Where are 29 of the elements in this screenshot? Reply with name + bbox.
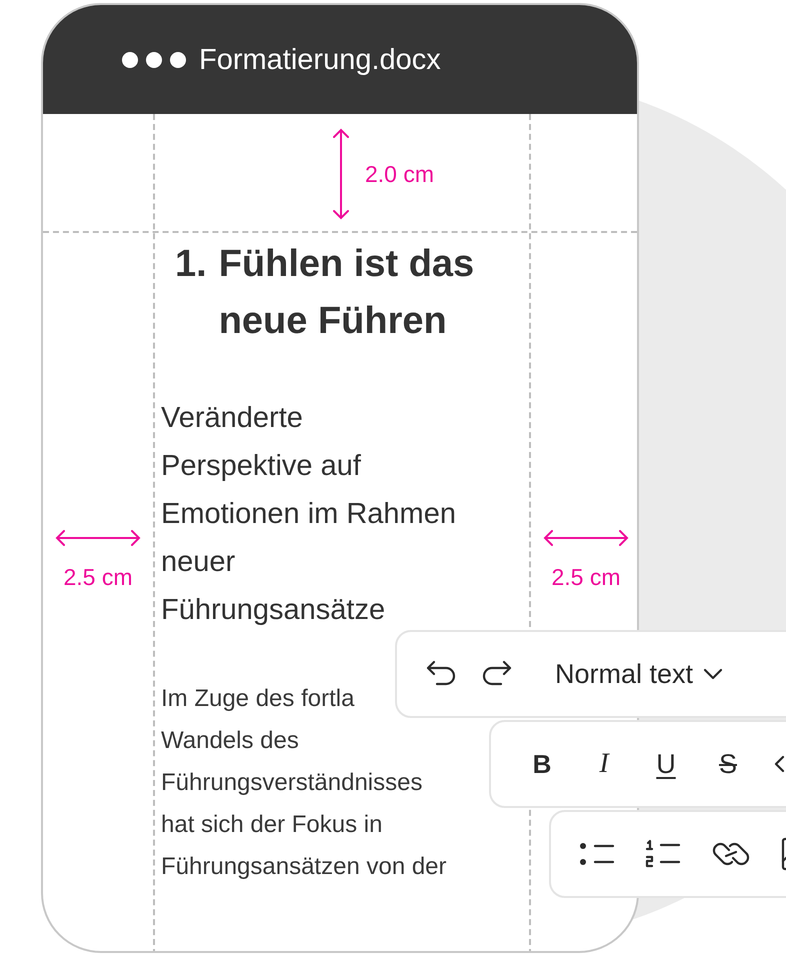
double-arrow-icon [333,128,349,220]
bold-button[interactable]: B [525,751,559,777]
chevron-down-icon [703,668,724,680]
body-text-line: Führungsverständnisses [161,768,422,798]
italic-button[interactable]: I [587,750,621,778]
body-text-line: Führungsansätzen von der [161,852,447,882]
margin-label: 2.5 cm [551,563,621,592]
body-text-line: Wandels des [161,726,299,756]
subheading-line: Führungsansätze [161,593,386,628]
body-text-line: Im Zuge des fortla [161,684,354,714]
double-arrow-icon [543,530,629,546]
subheading-line: neuer [161,545,236,580]
subheading-line: Perspektive auf [161,449,362,484]
heading-line: neue Führen [218,299,448,344]
body-text-line: hat sich der Fokus in [161,810,382,840]
strikethrough-button[interactable]: S [711,750,745,778]
heading-line: Fühlen ist das [218,242,474,287]
text-style-dropdown[interactable]: Normal text [555,654,724,694]
underline-button[interactable]: U [649,750,683,778]
window-dots-icon [121,50,187,70]
double-arrow-icon [55,530,141,546]
margin-label: 2.5 cm [63,563,133,592]
subheading-line: Emotionen im Rahmen [161,497,457,532]
bullet-list-icon[interactable] [579,840,615,868]
window-title: Formatierung.docx [199,42,441,78]
numbered-list-icon[interactable] [645,839,681,869]
margin-label: 2.0 cm [365,160,434,189]
subheading-line: Veränderte [161,401,304,436]
heading-number: 1. [175,242,207,287]
